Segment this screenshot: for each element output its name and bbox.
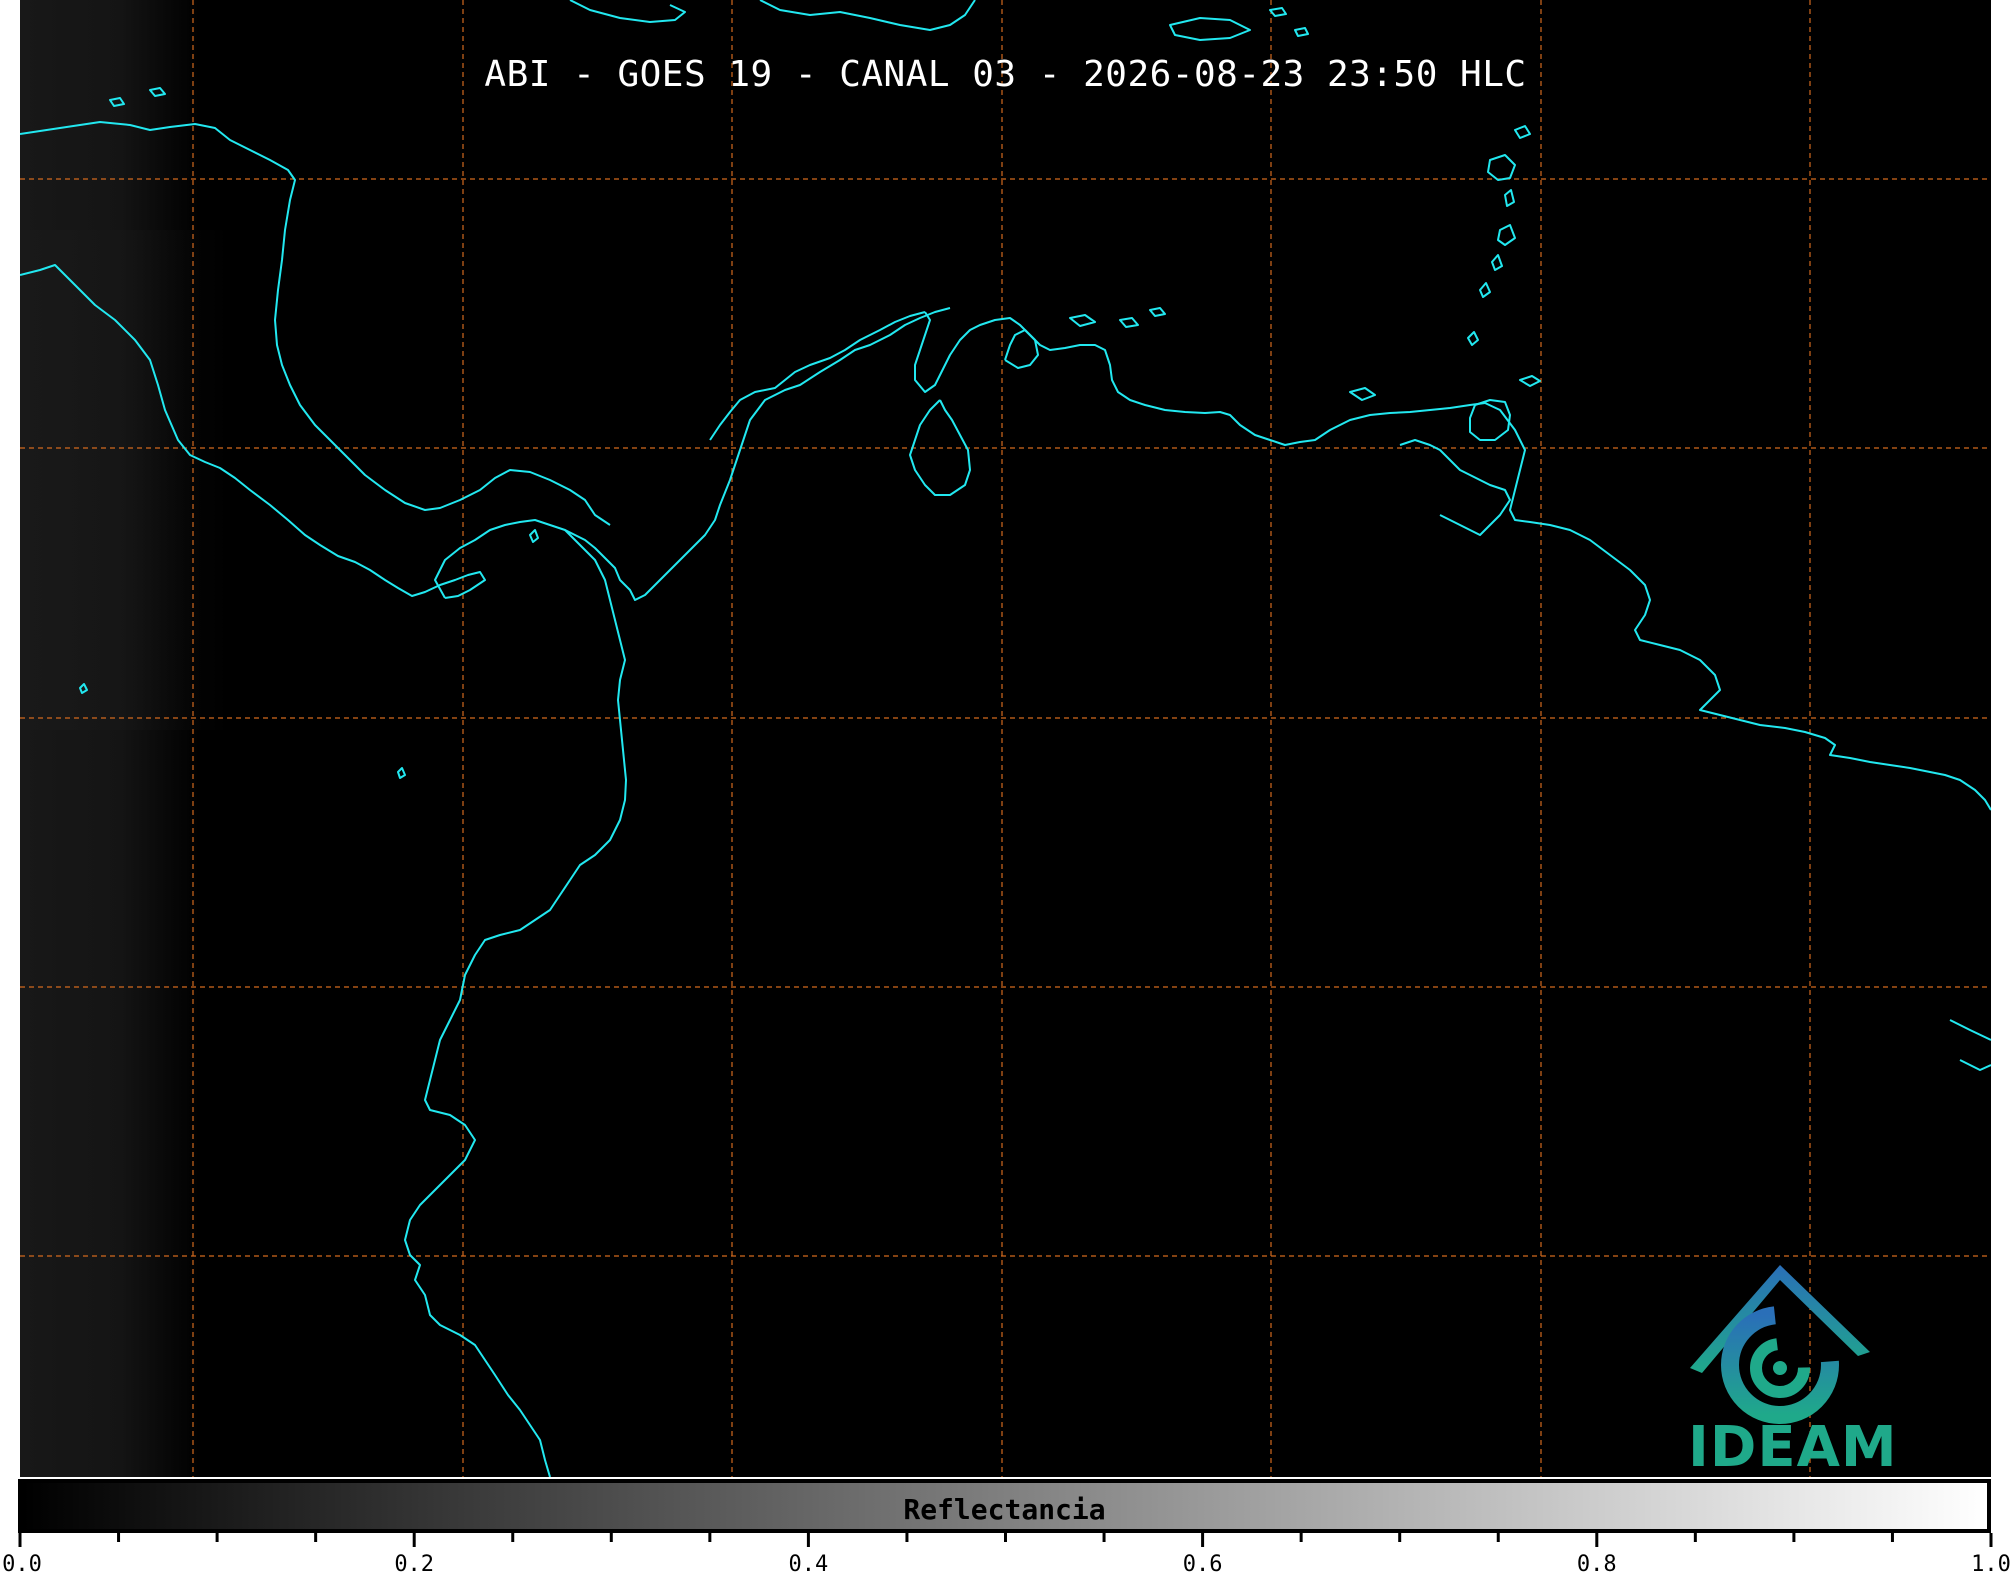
coastline-guadeloupe	[1487, 154, 1516, 181]
colorbar-tick-label: 0.8	[1576, 1552, 1617, 1577]
coastline-dominica	[1504, 189, 1515, 207]
coastline-gulf-paria	[1399, 439, 1511, 536]
coastline-virgin-islands	[1269, 7, 1309, 37]
coastline-paraguana	[1004, 329, 1039, 369]
coastline-panama	[434, 307, 951, 601]
coastline-margarita	[1349, 387, 1376, 401]
coastline-tobago	[1519, 375, 1541, 387]
coastline-san-andres	[529, 529, 539, 543]
colorbar-tick-label: 0.0	[2, 1552, 42, 1577]
coastline-curacao-aruba-bonaire	[1069, 307, 1166, 328]
coastline-guajira	[914, 311, 1486, 446]
logo-wordmark: IDEAM	[1688, 1415, 1898, 1477]
coastline-martinique	[1497, 224, 1516, 246]
colorbar-tick-label: 1.0	[1971, 1552, 2011, 1577]
coastline-malpelo	[397, 767, 406, 779]
coastline-galapagos-edge	[1949, 1019, 1991, 1071]
coastline-hispaniola	[759, 0, 976, 31]
coastline-venezuela-atlantic	[1484, 402, 1991, 811]
colorbar-tick-label: 0.4	[788, 1552, 829, 1577]
colorbar-tick-label: 0.2	[394, 1552, 435, 1577]
coastline-st-vincent	[1479, 282, 1491, 298]
earth-limb-haze-upper	[20, 230, 230, 730]
coastline-caribbean-colombia	[709, 311, 926, 441]
coastline-st-lucia	[1491, 254, 1503, 271]
map-title: ABI - GOES 19 - CANAL 03 - 2026-08-23 23…	[484, 54, 1527, 95]
coastline-grenada	[1467, 331, 1479, 346]
coastline-puerto-rico	[1169, 17, 1251, 41]
colorbar-label: Reflectancia	[903, 1493, 1106, 1526]
satellite-map: ABI - GOES 19 - CANAL 03 - 2026-08-23 23…	[20, 0, 1991, 1477]
coastline-antigua	[1514, 125, 1531, 139]
colorbar-ticks	[18, 1533, 1993, 1547]
colorbar: Reflectancia	[18, 1479, 1991, 1533]
coastline-colombia-pacific	[404, 529, 627, 1477]
colorbar-tick-label: 0.6	[1182, 1552, 1223, 1577]
coastline-jamaica	[569, 0, 686, 23]
